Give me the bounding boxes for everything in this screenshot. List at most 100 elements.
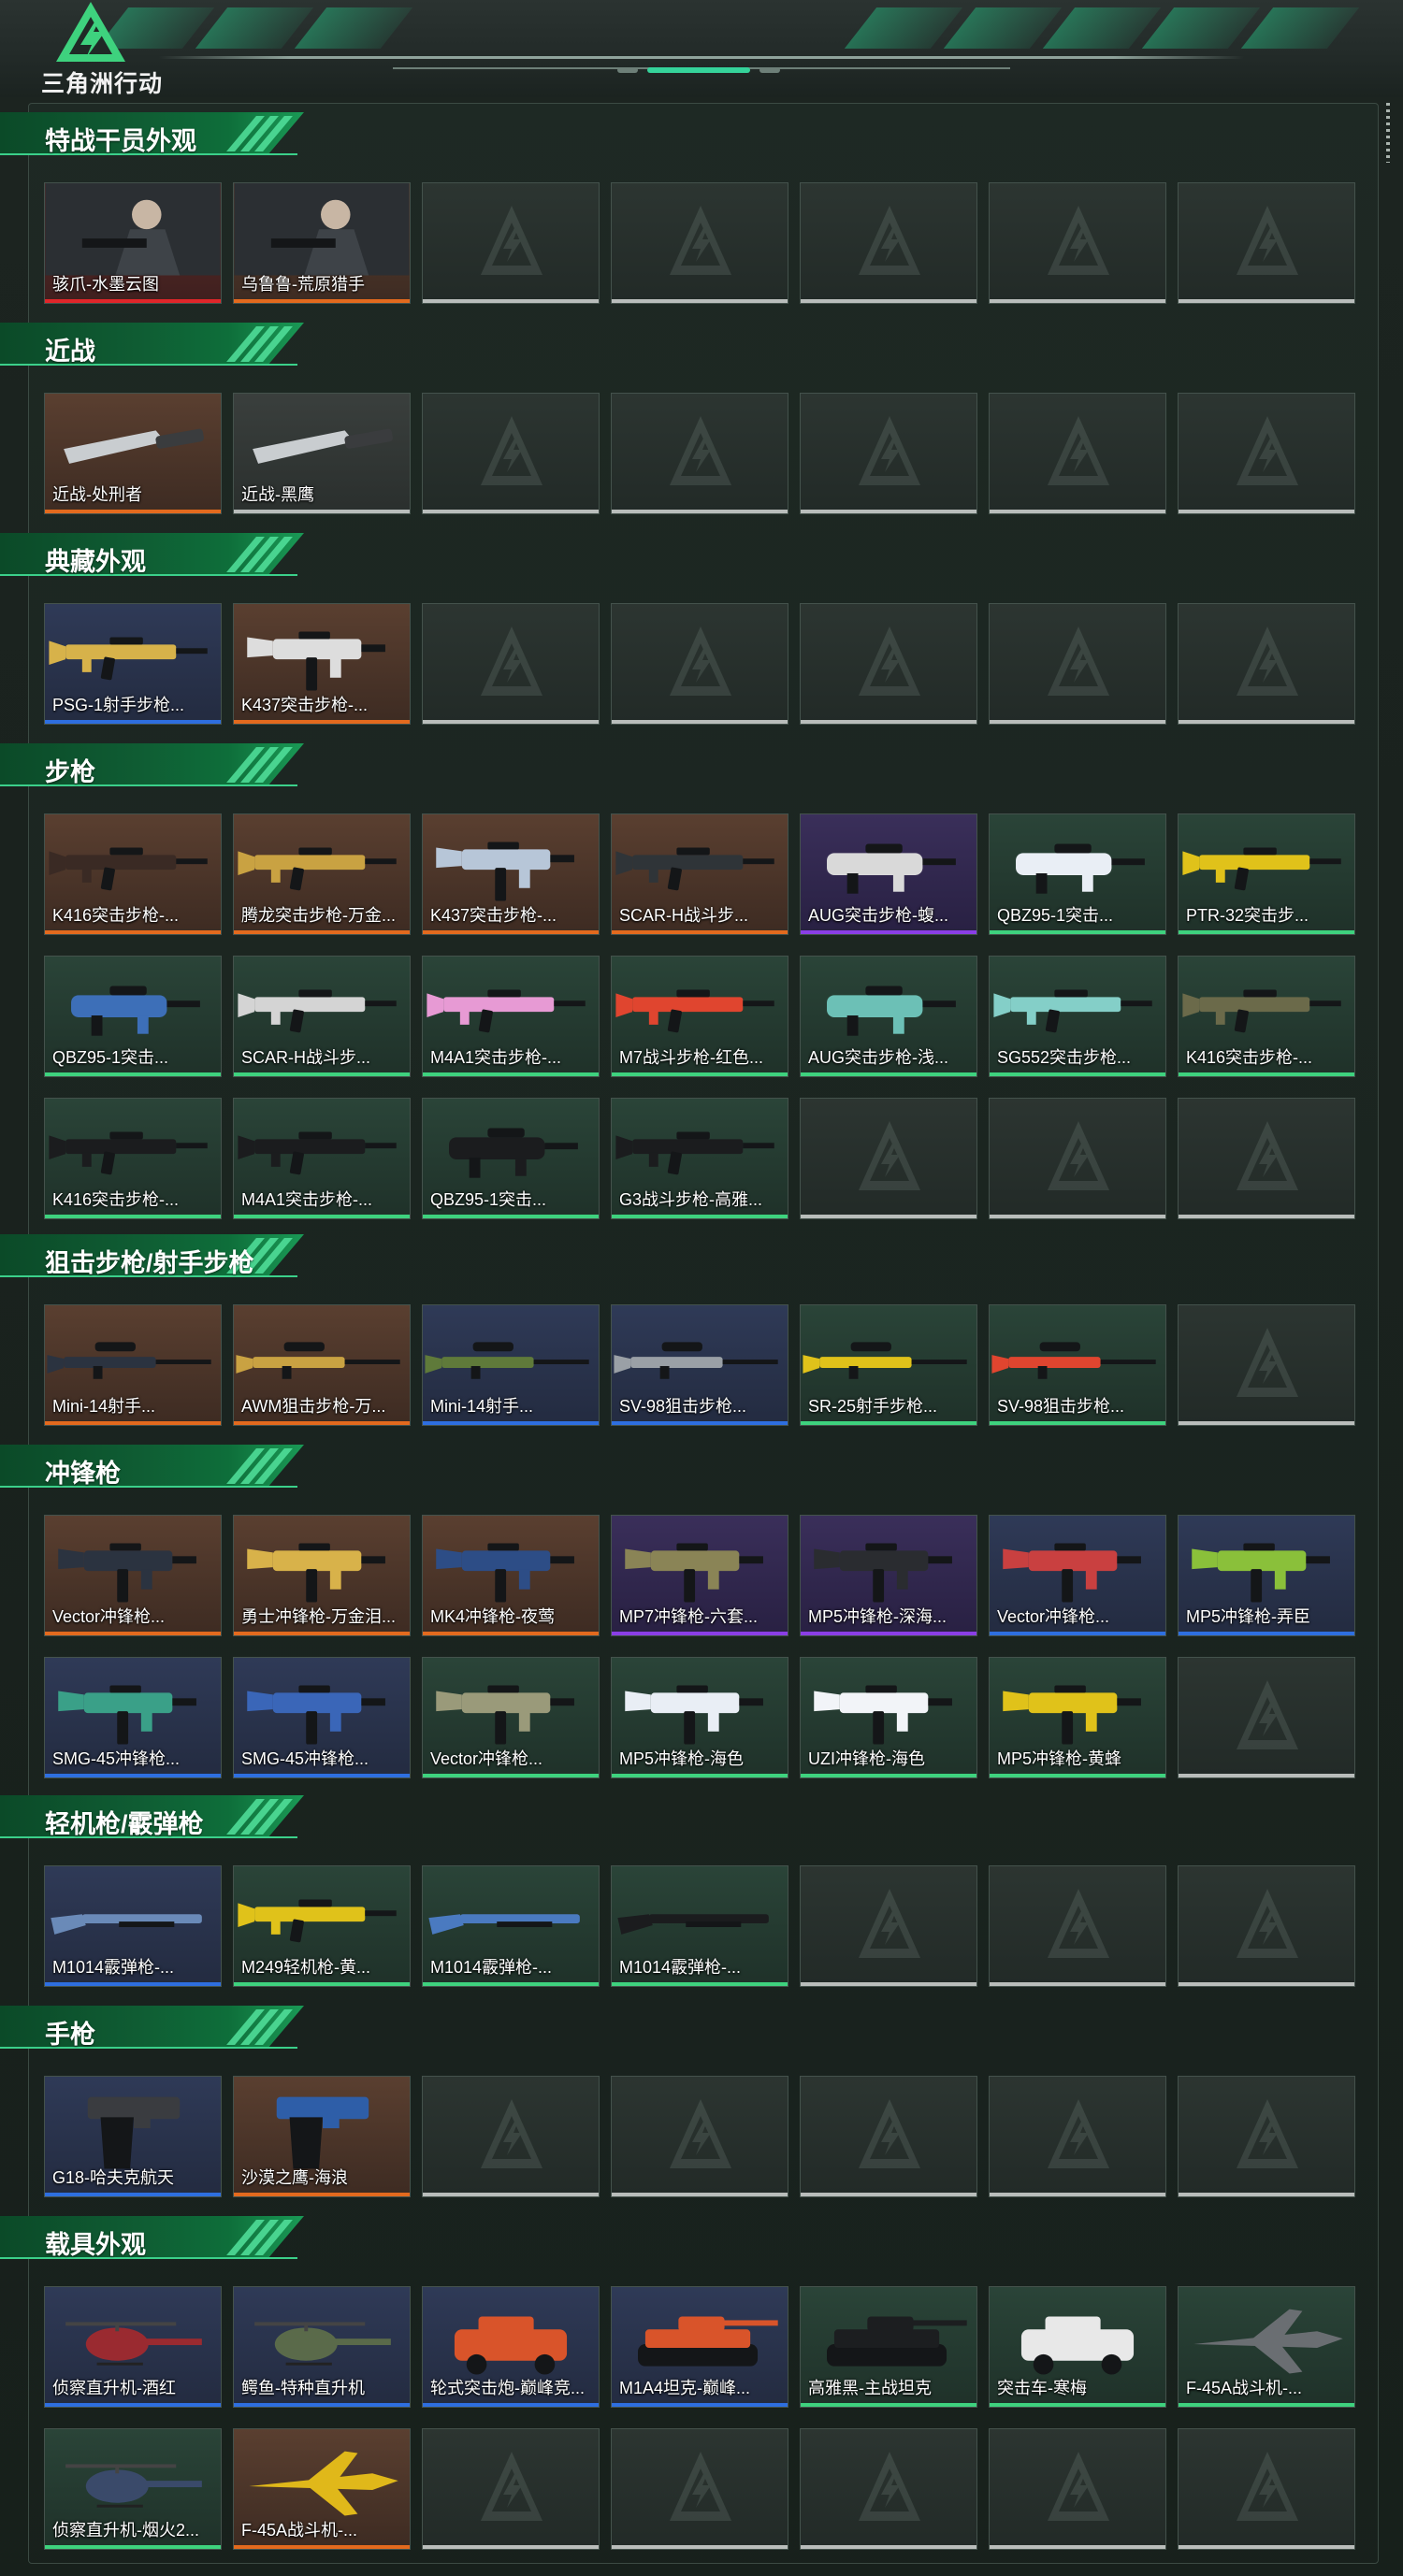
collection-item-card[interactable]: M1014霰弹枪-... [44, 1865, 222, 1987]
collection-item-card[interactable]: SV-98狙击步枪... [611, 1304, 788, 1426]
collection-item-card[interactable]: MP7冲锋枪-六套... [611, 1515, 788, 1636]
item-label: 侦察直升机-酒红 [52, 2379, 176, 2397]
item-label: 近战-黑鹰 [241, 485, 314, 504]
item-grid: M1014霰弹枪-... M249轻机枪-黄... M1014霰弹枪-... M101… [44, 1865, 1357, 1987]
collection-item-card[interactable]: M1A4坦克-巅峰... [611, 2286, 788, 2408]
empty-slot [989, 2428, 1166, 2550]
collection-item-card[interactable]: PTR-32突击步... [1178, 813, 1355, 935]
section-header: 特战干员外观 [0, 112, 313, 155]
rarity-bar [1179, 930, 1354, 934]
rarity-bar [801, 1421, 976, 1425]
collection-item-card[interactable]: K437突击步枪-... [233, 603, 411, 725]
collection-item-card[interactable]: AUG突击步枪-蝮... [800, 813, 977, 935]
collection-item-card[interactable]: K416突击步枪-... [44, 813, 222, 935]
collection-item-card[interactable]: MP5冲锋枪-海色 [611, 1657, 788, 1778]
item-grid: Mini-14射手... AWM狙击步枪-万... Mini-14射手... SV-9… [44, 1304, 1357, 1426]
collection-item-card[interactable]: G3战斗步枪-高雅... [611, 1098, 788, 1219]
item-label: M4A1突击步枪-... [241, 1190, 373, 1209]
item-label: 轮式突击炮-巅峰竞... [430, 2379, 585, 2397]
item-label: MP5冲锋枪-海色 [619, 1749, 745, 1768]
item-label: SR-25射手步枪... [808, 1397, 938, 1416]
empty-slot [989, 1098, 1166, 1219]
collection-item-card[interactable]: K437突击步枪-... [422, 813, 600, 935]
collection-item-card[interactable]: 近战-黑鹰 [233, 393, 411, 514]
item-label: K437突击步枪-... [241, 696, 369, 714]
collection-item-card[interactable]: Vector冲锋枪... [422, 1657, 600, 1778]
collection-item-card[interactable]: F-45A战斗机-... [233, 2428, 411, 2550]
placeholder-delta-icon [1237, 416, 1298, 485]
collection-item-card[interactable]: SCAR-H战斗步... [233, 956, 411, 1077]
section: 特战干员外观骇爪-水墨云图 乌鲁鲁-荒原猎手 [0, 112, 1403, 304]
collection-item-card[interactable]: 鳄鱼-特种直升机 [233, 2286, 411, 2408]
collection-item-card[interactable]: 侦察直升机-酒红 [44, 2286, 222, 2408]
collection-item-card[interactable]: 骇爪-水墨云图 [44, 182, 222, 304]
collection-item-card[interactable]: 突击车-寒梅 [989, 2286, 1166, 2408]
collection-item-card[interactable]: SMG-45冲锋枪... [233, 1657, 411, 1778]
item-label: MK4冲锋枪-夜莺 [430, 1607, 556, 1626]
collection-item-card[interactable]: 侦察直升机-烟火2... [44, 2428, 222, 2550]
collection-item-card[interactable]: 近战-处刑者 [44, 393, 222, 514]
collection-item-card[interactable]: 沙漠之鹰-海浪 [233, 2076, 411, 2197]
rarity-bar [801, 2545, 976, 2549]
placeholder-delta-icon [1237, 1889, 1298, 1958]
placeholder-delta-icon [670, 416, 731, 485]
placeholder-delta-icon [1237, 1121, 1298, 1190]
collection-item-card[interactable]: M249轻机枪-黄... [233, 1865, 411, 1987]
collection-item-card[interactable]: QBZ95-1突击... [44, 956, 222, 1077]
collection-item-card[interactable]: M1014霰弹枪-... [422, 1865, 600, 1987]
collection-item-card[interactable]: G18-哈夫克航天 [44, 2076, 222, 2197]
collection-item-card[interactable]: QBZ95-1突击... [989, 813, 1166, 935]
collection-item-card[interactable]: K416突击步枪-... [1178, 956, 1355, 1077]
collection-item-card[interactable]: Mini-14射手... [44, 1304, 222, 1426]
collection-item-card[interactable]: M4A1突击步枪-... [422, 956, 600, 1077]
collection-item-card[interactable]: MP5冲锋枪-黄蜂 [989, 1657, 1166, 1778]
header-center-indicator [617, 65, 786, 75]
placeholder-delta-icon [859, 2452, 920, 2521]
section-title: 手枪 [45, 2021, 95, 2049]
collection-item-card[interactable]: M4A1突击步枪-... [233, 1098, 411, 1219]
collection-item-card[interactable]: 腾龙突击步枪-万金... [233, 813, 411, 935]
collection-item-card[interactable]: 高雅黑-主战坦克 [800, 2286, 977, 2408]
collection-item-card[interactable]: SG552突击步枪... [989, 956, 1166, 1077]
collection-item-card[interactable]: F-45A战斗机-... [1178, 2286, 1355, 2408]
collection-item-card[interactable]: MK4冲锋枪-夜莺 [422, 1515, 600, 1636]
collection-item-card[interactable]: MP5冲锋枪-深海... [800, 1515, 977, 1636]
section-header: 载具外观 [0, 2216, 313, 2259]
collection-item-card[interactable]: PSG-1射手步枪... [44, 603, 222, 725]
item-label: SG552突击步枪... [997, 1048, 1132, 1067]
item-label: SV-98狙击步枪... [619, 1397, 747, 1416]
collection-item-card[interactable]: AWM狙击步枪-万... [233, 1304, 411, 1426]
rarity-bar [1179, 2193, 1354, 2196]
collection-item-card[interactable]: SV-98狙击步枪... [989, 1304, 1166, 1426]
collection-item-card[interactable]: Mini-14射手... [422, 1304, 600, 1426]
empty-slot [989, 2076, 1166, 2197]
rarity-bar [1179, 1072, 1354, 1076]
empty-slot [611, 182, 788, 304]
collection-item-card[interactable]: Vector冲锋枪... [44, 1515, 222, 1636]
collection-item-card[interactable]: M7战斗步枪-红色... [611, 956, 788, 1077]
collection-item-card[interactable]: M1014霰弹枪-... [611, 1865, 788, 1987]
collection-item-card[interactable]: SCAR-H战斗步... [611, 813, 788, 935]
collection-item-card[interactable]: 轮式突击炮-巅峰竞... [422, 2286, 600, 2408]
collection-item-card[interactable]: UZI冲锋枪-海色 [800, 1657, 977, 1778]
rarity-bar [1179, 1421, 1354, 1425]
collection-item-card[interactable]: QBZ95-1突击... [422, 1098, 600, 1219]
placeholder-delta-icon [859, 2099, 920, 2168]
collection-item-card[interactable]: 乌鲁鲁-荒原猎手 [233, 182, 411, 304]
section-title: 步枪 [45, 758, 95, 786]
collection-item-card[interactable]: AUG突击步枪-浅... [800, 956, 977, 1077]
collection-item-card[interactable]: 勇士冲锋枪-万金泪... [233, 1515, 411, 1636]
rarity-bar [801, 299, 976, 303]
rarity-bar [612, 1632, 788, 1635]
item-label: MP7冲锋枪-六套... [619, 1607, 759, 1626]
collection-item-card[interactable]: Vector冲锋枪... [989, 1515, 1166, 1636]
empty-slot [422, 603, 600, 725]
collection-item-card[interactable]: MP5冲锋枪-弄臣 [1178, 1515, 1355, 1636]
collection-item-card[interactable]: SR-25射手步枪... [800, 1304, 977, 1426]
collection-item-card[interactable]: K416突击步枪-... [44, 1098, 222, 1219]
placeholder-delta-icon [1237, 2099, 1298, 2168]
section-title: 狙击步枪/射手步枪 [45, 1249, 254, 1277]
rarity-bar [234, 2545, 410, 2549]
header-stripes-right [844, 7, 1360, 49]
collection-item-card[interactable]: SMG-45冲锋枪... [44, 1657, 222, 1778]
